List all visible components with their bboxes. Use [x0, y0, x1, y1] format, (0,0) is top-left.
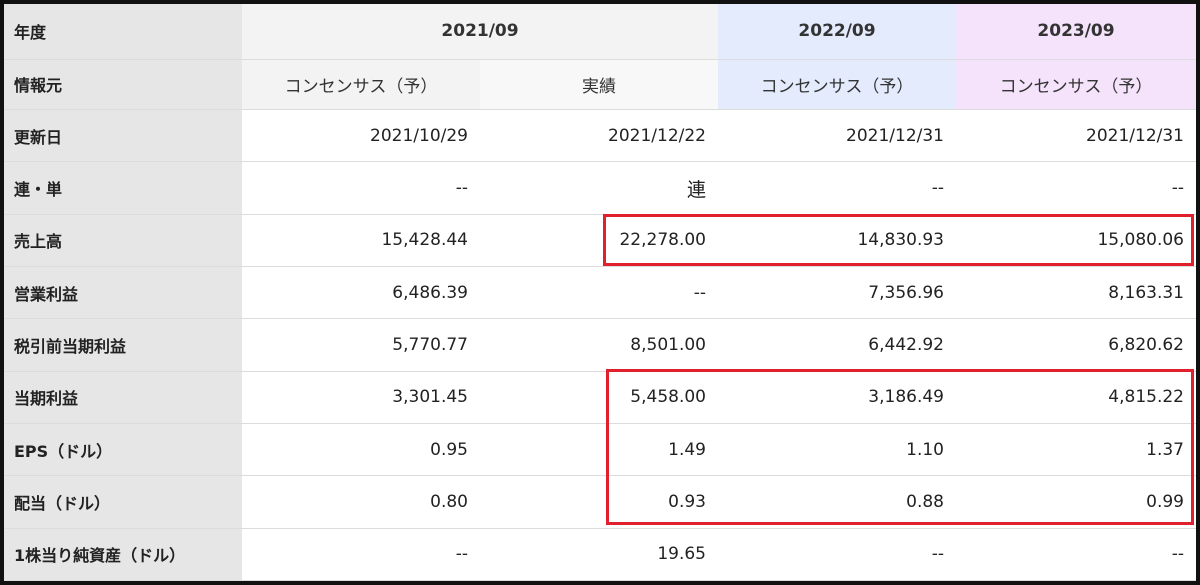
value-cell: 0.93 [480, 475, 718, 529]
row-label: 更新日 [4, 109, 242, 163]
table-row: 税引前当期利益 5,770.77 8,501.00 6,442.92 6,820… [4, 318, 1196, 372]
value-cell: 連 [480, 161, 718, 215]
table-row: 営業利益 6,486.39 -- 7,356.96 8,163.31 [4, 266, 1196, 320]
value-cell: 2021/12/22 [480, 109, 718, 163]
value-cell: 5,770.77 [242, 318, 480, 372]
value-cell: 14,830.93 [718, 214, 956, 268]
value-cell: -- [480, 266, 718, 320]
source-row: 情報元 コンセンサス（予） 実績 コンセンサス（予） コンセンサス（予） [4, 59, 1196, 111]
source-cell: コンセンサス（予） [242, 59, 480, 111]
table-row: EPS（ドル） 0.95 1.49 1.10 1.37 [4, 423, 1196, 477]
value-cell: -- [242, 161, 480, 215]
financial-forecast-table: 年度 2021/09 2022/09 2023/09 情報元 コンセンサス（予）… [4, 4, 1196, 582]
value-cell: 8,501.00 [480, 318, 718, 372]
row-label-year: 年度 [4, 4, 242, 60]
value-cell: 7,356.96 [718, 266, 956, 320]
value-cell: 15,080.06 [956, 214, 1196, 268]
value-cell: -- [956, 161, 1196, 215]
value-cell: -- [956, 528, 1196, 582]
value-cell: 1.10 [718, 423, 956, 477]
table-row: 連・単 -- 連 -- -- [4, 161, 1196, 215]
table-row: 当期利益 3,301.45 5,458.00 3,186.49 4,815.22 [4, 371, 1196, 425]
row-label: 営業利益 [4, 266, 242, 320]
row-label: 税引前当期利益 [4, 318, 242, 372]
source-cell: 実績 [480, 59, 718, 111]
value-cell: 22,278.00 [480, 214, 718, 268]
value-cell: -- [242, 528, 480, 582]
value-cell: 1.37 [956, 423, 1196, 477]
row-label: 1株当り純資産（ドル） [4, 528, 242, 582]
year-header-2021: 2021/09 [242, 4, 718, 60]
value-cell: 0.88 [718, 475, 956, 529]
row-label: 売上高 [4, 214, 242, 268]
value-cell: 0.80 [242, 475, 480, 529]
value-cell: 4,815.22 [956, 371, 1196, 425]
table-row: 売上高 15,428.44 22,278.00 14,830.93 15,080… [4, 214, 1196, 268]
value-cell: 5,458.00 [480, 371, 718, 425]
value-cell: 1.49 [480, 423, 718, 477]
row-label: 当期利益 [4, 371, 242, 425]
row-label: 配当（ドル） [4, 475, 242, 529]
value-cell: 6,442.92 [718, 318, 956, 372]
value-cell: 3,186.49 [718, 371, 956, 425]
value-cell: 8,163.31 [956, 266, 1196, 320]
table-row: 配当（ドル） 0.80 0.93 0.88 0.99 [4, 475, 1196, 529]
value-cell: 2021/12/31 [718, 109, 956, 163]
value-cell: 0.99 [956, 475, 1196, 529]
row-label-source: 情報元 [4, 59, 242, 111]
year-row: 年度 2021/09 2022/09 2023/09 [4, 4, 1196, 60]
value-cell: -- [718, 528, 956, 582]
value-cell: 2021/10/29 [242, 109, 480, 163]
table-row: 更新日 2021/10/29 2021/12/22 2021/12/31 202… [4, 109, 1196, 163]
row-label: EPS（ドル） [4, 423, 242, 477]
value-cell: 15,428.44 [242, 214, 480, 268]
value-cell: 2021/12/31 [956, 109, 1196, 163]
value-cell: 19.65 [480, 528, 718, 582]
value-cell: 6,486.39 [242, 266, 480, 320]
year-header-2022: 2022/09 [718, 4, 956, 60]
source-cell: コンセンサス（予） [956, 59, 1196, 111]
value-cell: 0.95 [242, 423, 480, 477]
value-cell: 3,301.45 [242, 371, 480, 425]
value-cell: -- [718, 161, 956, 215]
value-cell: 6,820.62 [956, 318, 1196, 372]
source-cell: コンセンサス（予） [718, 59, 956, 111]
year-header-2023: 2023/09 [956, 4, 1196, 60]
table-row: 1株当り純資産（ドル） -- 19.65 -- -- [4, 528, 1196, 582]
row-label: 連・単 [4, 161, 242, 215]
